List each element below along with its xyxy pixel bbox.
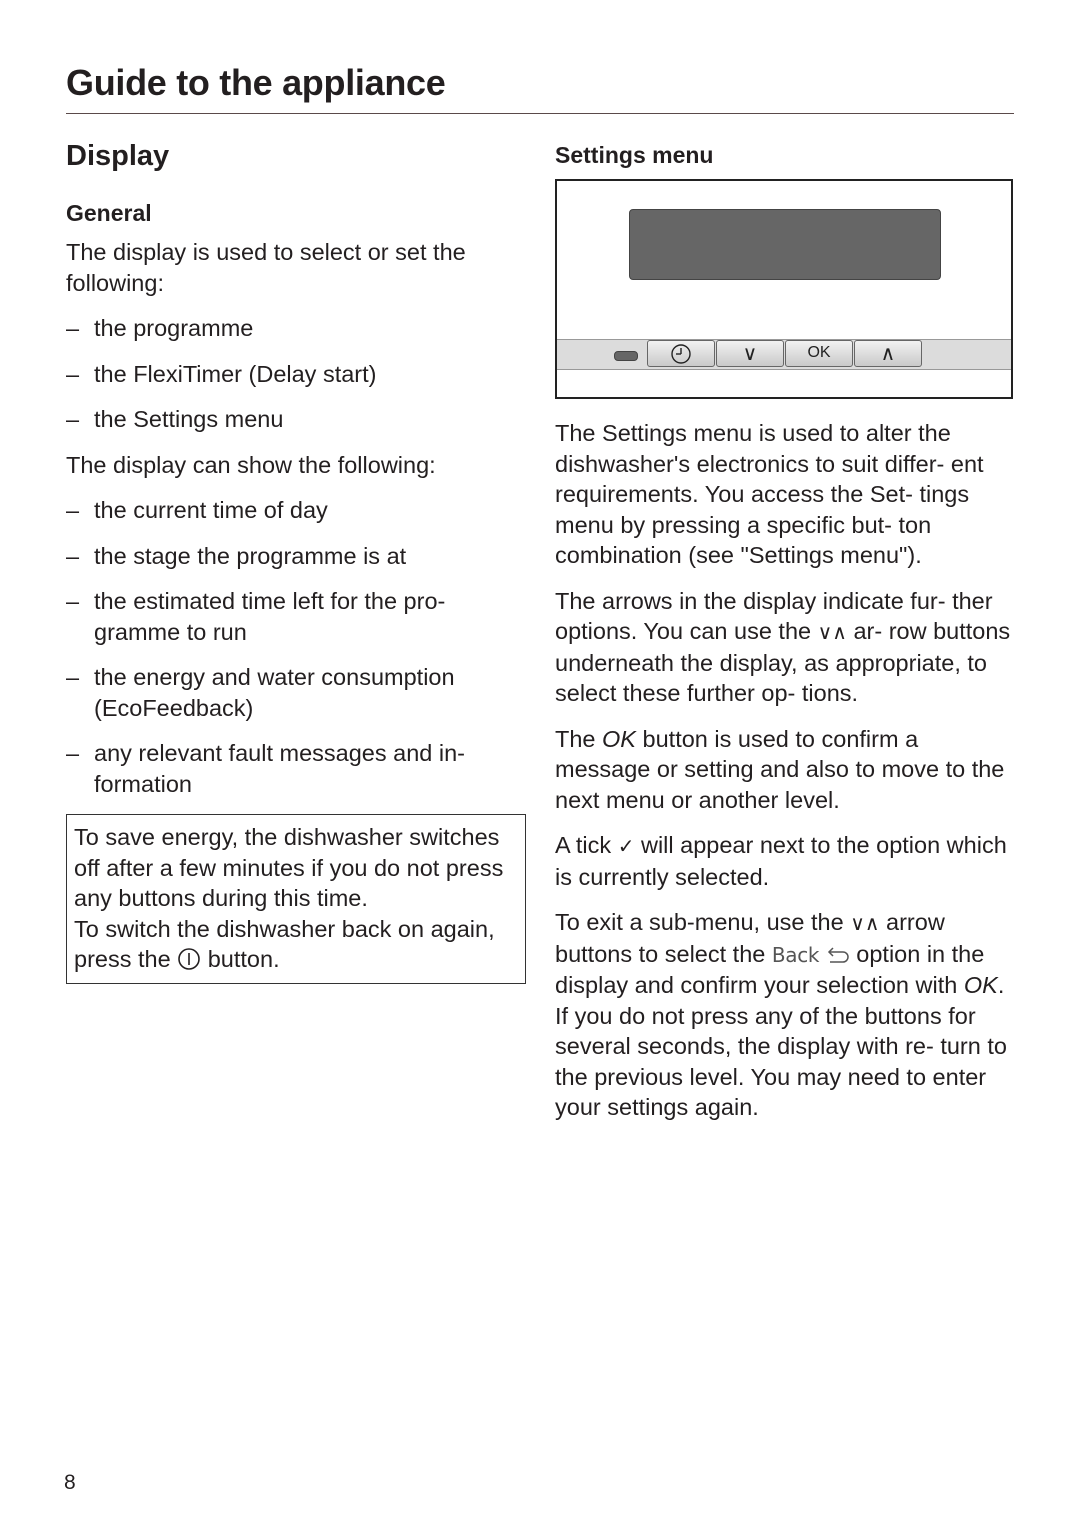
page-title: Guide to the appliance	[66, 62, 446, 103]
list-item: the FlexiTimer (Delay start)	[66, 359, 528, 390]
ok-button[interactable]: OK	[785, 340, 853, 367]
text: A tick	[555, 832, 618, 858]
chevron-up-icon: ∧	[880, 341, 896, 366]
settings-paragraph-1: The Settings menu is used to alter the d…	[555, 420, 984, 568]
show-intro: The display can show the following:	[66, 451, 436, 478]
timer-button[interactable]	[647, 340, 715, 367]
select-list: the programme the FlexiTimer (Delay star…	[66, 313, 528, 435]
ok-term: OK	[963, 972, 998, 998]
list-item: the programme	[66, 313, 528, 344]
page-number: 8	[64, 1471, 76, 1494]
settings-paragraph-3: The OK button is used to confirm a messa…	[555, 724, 1015, 816]
ok-term: OK	[602, 725, 636, 752]
list-item: the stage the programme is at	[66, 541, 528, 572]
settings-paragraph-5: To exit a sub-menu, use the ∨∧ arrow but…	[555, 907, 1015, 1001]
settings-paragraph-4: A tick ✓ will appear next to the option …	[555, 830, 1015, 892]
section-title: Display	[66, 140, 170, 172]
note-line-2: To switch the dishwasher back on again, …	[74, 914, 518, 975]
power-icon	[177, 946, 201, 972]
control-panel-illustration: ∨ OK ∧	[555, 179, 1013, 399]
list-item: the energy and water consumption (EcoFee…	[66, 662, 528, 723]
list-item: the estimated time left for the pro- gra…	[66, 586, 528, 647]
show-list: the current time of day the stage the pr…	[66, 495, 528, 799]
down-arrow-button[interactable]: ∨	[716, 340, 784, 367]
energy-note-box: To save energy, the dishwasher switches …	[66, 814, 526, 984]
title-divider	[66, 113, 1014, 114]
general-intro: The display is used to select or set the…	[66, 239, 466, 296]
arrows-icon: ∨∧	[850, 911, 880, 935]
list-item: the current time of day	[66, 495, 528, 526]
display-screen	[629, 209, 941, 280]
up-arrow-button[interactable]: ∧	[854, 340, 922, 367]
note-text: To switch the dishwasher back on again, …	[74, 915, 495, 973]
back-icon	[826, 941, 850, 967]
tick-icon: ✓	[617, 834, 635, 858]
ok-label: OK	[807, 344, 831, 362]
text: .	[997, 972, 1005, 998]
button-strip: ∨ OK ∧	[557, 339, 1011, 370]
right-column: Settings menu ∨ OK ∧ The Settings menu i…	[555, 140, 1015, 1138]
text: To exit a sub-menu, use the	[555, 909, 851, 935]
settings-paragraph-6: If you do not press any of the buttons f…	[555, 1002, 1007, 1121]
chevron-down-icon: ∨	[742, 341, 758, 366]
settings-paragraph-2: The arrows in the display indicate fur- …	[555, 586, 1015, 709]
settings-heading: Settings menu	[555, 142, 714, 168]
list-item: any relevant fault messages and in- form…	[66, 738, 528, 799]
back-label: Back	[771, 942, 820, 967]
text: The	[555, 725, 603, 752]
left-column: General The display is used to select or…	[66, 198, 528, 984]
list-item: the Settings menu	[66, 404, 528, 435]
note-text: button.	[201, 946, 280, 972]
note-line-1: To save energy, the dishwasher switches …	[74, 824, 504, 911]
arrows-icon: ∨∧	[817, 620, 847, 644]
clock-icon	[670, 343, 692, 365]
indicator-led	[614, 351, 638, 361]
general-heading: General	[66, 200, 152, 226]
